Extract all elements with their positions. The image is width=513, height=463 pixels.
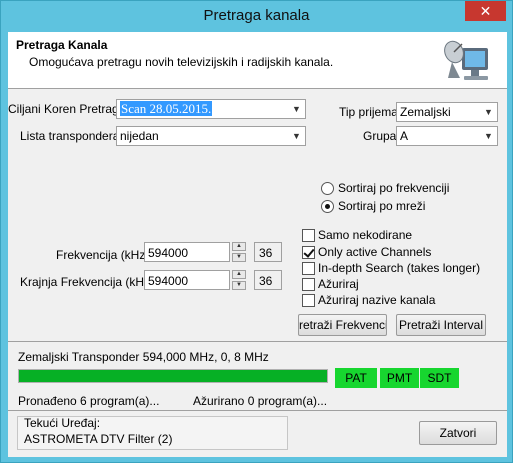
satellite-dish-monitor-icon — [444, 40, 488, 80]
chevron-down-icon[interactable]: ▼ — [484, 106, 494, 118]
end-frequency-stepper[interactable]: ▲ ▼ — [232, 270, 246, 290]
spin-up-icon[interactable]: ▲ — [232, 270, 246, 279]
option-label-update-names[interactable]: Ažuriraj nazive kanala — [318, 293, 435, 307]
found-programs-text: Pronađeno 6 program(a)... — [18, 394, 160, 408]
target-root-value[interactable]: Scan 28.05.2015. — [120, 101, 213, 116]
sdt-status-badge: SDT — [420, 368, 459, 388]
updated-programs-text: Ažurirano 0 program(a)... — [193, 394, 328, 408]
option-label-in-depth[interactable]: In-depth Search (takes longer) — [318, 261, 480, 275]
start-frequency-stepper[interactable]: ▲ ▼ — [232, 242, 246, 262]
pmt-status-badge: PMT — [380, 368, 419, 388]
title-bar[interactable]: Pretraga kanala ✕ — [1, 1, 512, 32]
scan-interval-button[interactable]: Pretraži Interval — [396, 314, 486, 336]
chevron-down-icon[interactable]: ▼ — [292, 130, 302, 142]
start-frequency-label: Frekvencija (kHz) — [56, 248, 150, 262]
option-label-update[interactable]: Ažuriraj — [318, 277, 359, 291]
target-root-combo[interactable]: Scan 28.05.2015. ▼ — [116, 99, 306, 119]
sort-by-network-label[interactable]: Sortiraj po mreži — [338, 199, 425, 213]
group-label: Grupa — [363, 129, 397, 143]
sort-by-frequency-radio[interactable] — [321, 182, 334, 195]
reception-type-label: Tip prijema — [339, 105, 398, 119]
option-checkbox-update[interactable] — [302, 278, 315, 291]
end-frequency-input[interactable]: 594000 — [144, 270, 230, 290]
scan-progress-bar — [18, 369, 328, 383]
reception-type-value: Zemaljski — [400, 105, 451, 119]
spin-down-icon[interactable]: ▼ — [232, 281, 246, 290]
group-combo[interactable]: A ▼ — [396, 126, 498, 146]
header-description: Omogućava pretragu novih televizijskih i… — [29, 55, 334, 69]
scan-frequency-button[interactable]: retraži Frekvenciju — [298, 314, 387, 336]
spin-up-icon[interactable]: ▲ — [232, 242, 246, 251]
current-device-label: Tekući Uređaj: — [24, 416, 101, 430]
option-label-unencrypted[interactable]: Samo nekodirane — [318, 228, 412, 242]
end-frequency-label: Krajnja Frekvencija (kHz) — [20, 275, 155, 289]
option-checkbox-in-depth[interactable] — [302, 262, 315, 275]
transponder-status-text: Zemaljski Transponder 594,000 MHz, 0, 8 … — [18, 350, 269, 364]
option-checkbox-active-channels[interactable] — [302, 246, 315, 259]
start-channel-box: 36 — [254, 242, 282, 262]
sort-by-network-radio[interactable] — [321, 200, 334, 213]
separator — [8, 341, 507, 342]
close-button[interactable]: Zatvori — [419, 421, 497, 445]
transponder-list-combo[interactable]: nijedan ▼ — [116, 126, 306, 146]
search-window: Pretraga kanala ✕ Pretraga Kanala Omoguć… — [0, 0, 513, 463]
group-value: A — [400, 129, 409, 143]
separator — [8, 410, 507, 411]
spin-down-icon[interactable]: ▼ — [232, 253, 246, 262]
close-icon[interactable]: ✕ — [465, 1, 506, 21]
start-frequency-input[interactable]: 594000 — [144, 242, 230, 262]
transponder-list-label: Lista transpondera — [20, 129, 120, 143]
target-root-label: Ciljani Koren Pretrage — [8, 102, 126, 116]
dialog-body: Pretraga Kanala Omogućava pretragu novih… — [8, 32, 507, 457]
option-checkbox-update-names[interactable] — [302, 294, 315, 307]
end-channel-box: 36 — [254, 270, 282, 290]
dialog-header: Pretraga Kanala Omogućava pretragu novih… — [8, 32, 507, 89]
scan-progress-fill — [19, 370, 327, 382]
option-label-active-channels[interactable]: Only active Channels — [318, 245, 431, 259]
reception-type-combo[interactable]: Zemaljski ▼ — [396, 102, 498, 122]
option-checkbox-unencrypted[interactable] — [302, 229, 315, 242]
chevron-down-icon[interactable]: ▼ — [292, 103, 302, 115]
current-device-value: ASTROMETA DTV Filter (2) — [24, 432, 173, 446]
pat-status-badge: PAT — [335, 368, 377, 388]
sort-by-frequency-label[interactable]: Sortiraj po frekvenciji — [338, 181, 449, 195]
header-title: Pretraga Kanala — [16, 38, 108, 52]
chevron-down-icon[interactable]: ▼ — [484, 130, 494, 142]
transponder-list-value: nijedan — [120, 129, 159, 143]
window-title: Pretraga kanala — [203, 7, 310, 24]
